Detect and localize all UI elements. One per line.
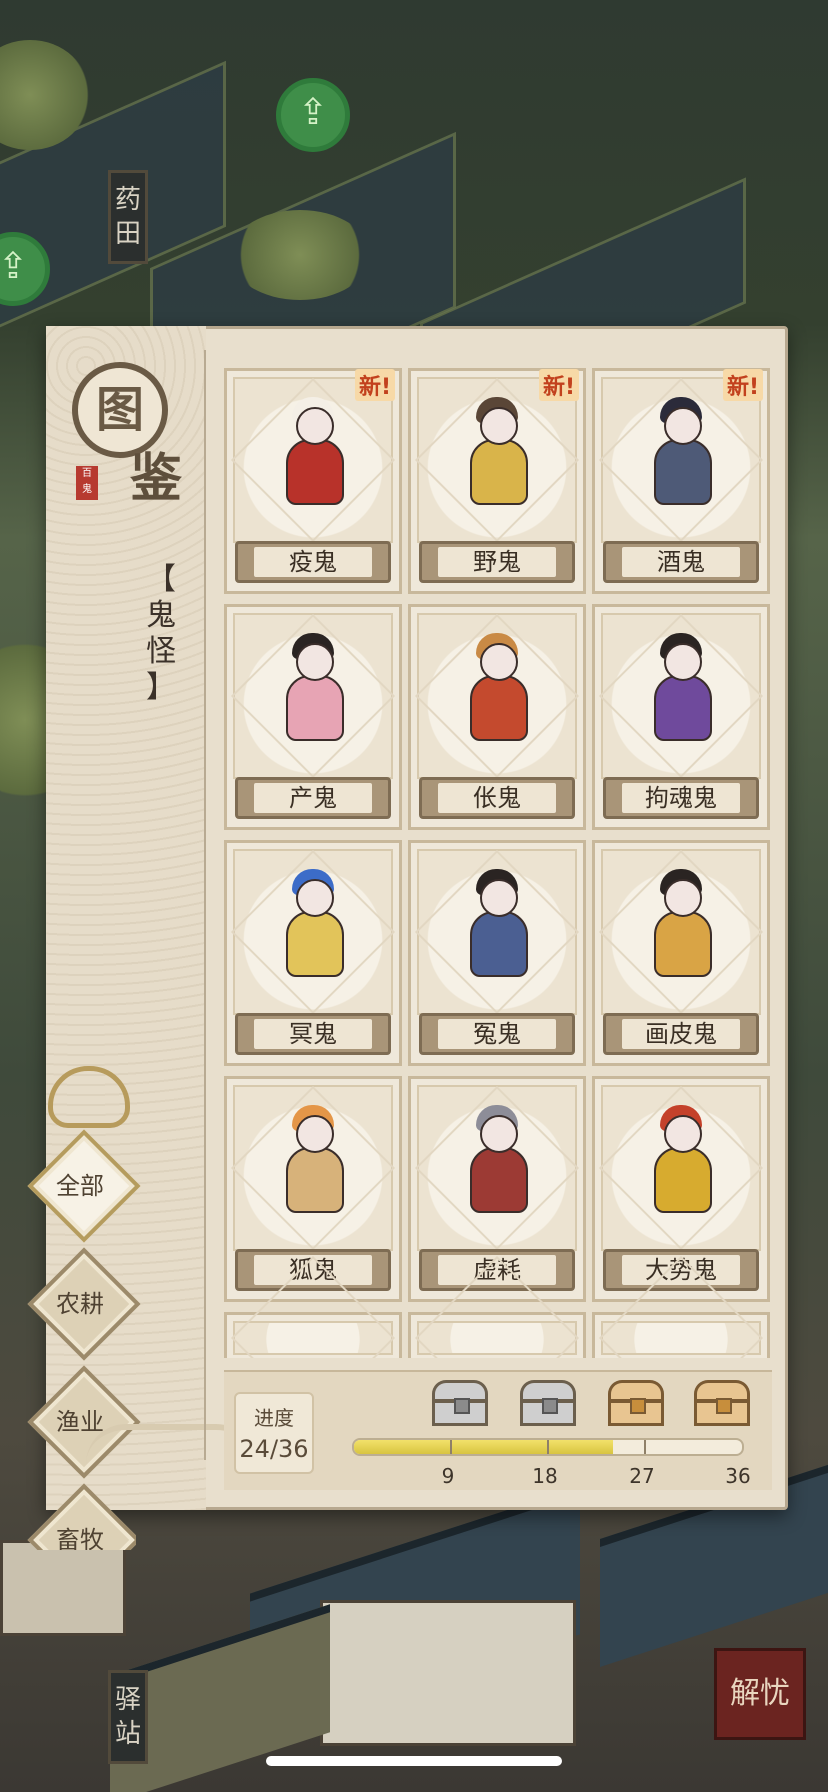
progress-bar-fill bbox=[354, 1440, 613, 1454]
progress-value: 24/36 bbox=[239, 1435, 309, 1463]
emblem-top-char: 图 bbox=[95, 382, 144, 438]
ghost-name-plate: 画皮鬼 bbox=[603, 1013, 759, 1055]
ghost-card[interactable]: 拘魂鬼 bbox=[592, 604, 770, 830]
reward-chest-icon[interactable] bbox=[608, 1380, 664, 1426]
sidebar-divider bbox=[204, 350, 206, 1460]
ghost-card-partial[interactable] bbox=[408, 1312, 586, 1358]
panel-sidebar: 图 鉴 百鬼 【鬼怪】 全部 农耕 渔业 畜牧 bbox=[27, 326, 256, 1550]
ghost-name: 拘魂鬼 bbox=[622, 783, 740, 813]
ghost-name: 疫鬼 bbox=[254, 547, 372, 577]
emblem-bottom-char: 鉴 bbox=[130, 448, 183, 509]
ghost-name-plate: 冥鬼 bbox=[235, 1013, 391, 1055]
ghost-name: 酒鬼 bbox=[622, 547, 740, 577]
signpost-post-station[interactable]: 驿站 bbox=[108, 1670, 148, 1764]
filter-label: 全部 bbox=[56, 1172, 104, 1200]
filter-label: 畜牧 bbox=[56, 1526, 104, 1550]
ghost-name: 冤鬼 bbox=[438, 1019, 556, 1049]
ghost-card-partial[interactable] bbox=[224, 1312, 402, 1358]
ghost-name: 伥鬼 bbox=[438, 783, 556, 813]
ghost-card[interactable]: 冥鬼 bbox=[224, 840, 402, 1066]
ghost-name-plate: 酒鬼 bbox=[603, 541, 759, 583]
collection-progress: 进度 24/36 9 18 27 36 bbox=[224, 1370, 772, 1490]
new-badge: 新! bbox=[354, 369, 395, 401]
ghost-card[interactable]: 野鬼 新! bbox=[408, 368, 586, 594]
ghost-portrait-icon bbox=[452, 865, 542, 989]
ghost-portrait-icon bbox=[268, 393, 358, 517]
filter-tab-all[interactable]: 全部 bbox=[24, 1126, 141, 1243]
progress-bar bbox=[352, 1438, 744, 1456]
ghost-name: 冥鬼 bbox=[254, 1019, 372, 1049]
ghost-portrait-icon bbox=[452, 1101, 542, 1225]
jieyou-label: 解忧 bbox=[730, 1676, 790, 1711]
signpost-label: 药田 bbox=[114, 185, 141, 249]
category-title: 【鬼怪】 bbox=[141, 562, 181, 706]
progress-label-box: 进度 24/36 bbox=[234, 1392, 314, 1474]
reward-chest-claimed-icon[interactable] bbox=[520, 1380, 576, 1426]
knot-ornament-icon bbox=[48, 1066, 130, 1128]
ghost-portrait-icon bbox=[636, 1101, 726, 1225]
progress-tick bbox=[644, 1440, 646, 1454]
progress-tick bbox=[450, 1440, 452, 1454]
new-badge: 新! bbox=[722, 369, 763, 401]
ghost-card[interactable]: 冤鬼 bbox=[408, 840, 586, 1066]
filter-tab-farming[interactable]: 农耕 bbox=[24, 1244, 141, 1361]
reward-chest-icon[interactable] bbox=[694, 1380, 750, 1426]
signpost-herb-field[interactable]: 药田 bbox=[108, 170, 148, 264]
filter-list: 全部 农耕 渔业 畜牧 bbox=[24, 1126, 144, 1556]
ghost-name-plate: 拘魂鬼 bbox=[603, 777, 759, 819]
ghost-portrait-icon bbox=[452, 393, 542, 517]
red-seal-icon: 百鬼 bbox=[76, 466, 98, 500]
ghost-portrait-icon bbox=[636, 629, 726, 753]
ghost-portrait-icon bbox=[636, 393, 726, 517]
building-wall bbox=[320, 1600, 576, 1746]
ghost-card[interactable]: 酒鬼 新! bbox=[592, 368, 770, 594]
ghost-portrait-icon bbox=[268, 1101, 358, 1225]
progress-tick bbox=[547, 1440, 549, 1454]
ghost-card[interactable]: 伥鬼 bbox=[408, 604, 586, 830]
ghost-portrait-icon bbox=[268, 629, 358, 753]
ghost-card[interactable]: 画皮鬼 bbox=[592, 840, 770, 1066]
milestone-label: 18 bbox=[532, 1464, 558, 1488]
ghost-portrait-icon bbox=[636, 865, 726, 989]
new-badge: 新! bbox=[538, 369, 579, 401]
ghost-card[interactable]: 产鬼 bbox=[224, 604, 402, 830]
ghost-name-plate: 疫鬼 bbox=[235, 541, 391, 583]
category-title-text: 【鬼怪】 bbox=[146, 562, 176, 705]
jieyou-button[interactable]: 解忧 bbox=[714, 1648, 806, 1740]
filter-tab-livestock[interactable]: 畜牧 bbox=[24, 1480, 136, 1550]
ghost-name-plate: 冤鬼 bbox=[419, 1013, 575, 1055]
signpost-label: 驿站 bbox=[114, 1685, 141, 1749]
ghost-card[interactable]: 疫鬼 新! bbox=[224, 368, 402, 594]
progress-label: 进度 bbox=[254, 1406, 294, 1430]
reward-chest-claimed-icon[interactable] bbox=[432, 1380, 488, 1426]
ghost-name-plate: 野鬼 bbox=[419, 541, 575, 583]
ghost-name-plate: 产鬼 bbox=[235, 777, 391, 819]
collection-panel: 图 鉴 百鬼 【鬼怪】 全部 农耕 渔业 畜牧 疫鬼 新! 野鬼 新! 酒鬼 新… bbox=[27, 326, 788, 1550]
milestone-label: 9 bbox=[441, 1464, 455, 1488]
seal-text: 百鬼 bbox=[82, 468, 92, 495]
ghost-card-partial[interactable] bbox=[592, 1312, 770, 1358]
ghost-portrait-icon bbox=[268, 865, 358, 989]
ghost-portrait-icon bbox=[452, 629, 542, 753]
filter-label: 农耕 bbox=[56, 1290, 104, 1318]
tree bbox=[230, 210, 370, 300]
harvest-pin-icon[interactable]: ⇪ bbox=[276, 78, 350, 152]
ghost-grid: 疫鬼新! 野鬼新! 酒鬼新! 产鬼 伥鬼 拘魂鬼 冥鬼 冤鬼 画皮鬼 狐鬼 虚耗… bbox=[224, 368, 772, 1358]
ghost-name-plate: 伥鬼 bbox=[419, 777, 575, 819]
ghost-name: 野鬼 bbox=[438, 547, 556, 577]
home-indicator[interactable] bbox=[266, 1756, 562, 1766]
milestone-label: 27 bbox=[629, 1464, 655, 1488]
ghost-grid-scroll[interactable]: 疫鬼新! 野鬼新! 酒鬼新! 产鬼 伥鬼 拘魂鬼 冥鬼 冤鬼 画皮鬼 狐鬼 虚耗… bbox=[224, 368, 772, 1358]
milestone-label: 36 bbox=[725, 1464, 751, 1488]
ghost-name: 产鬼 bbox=[254, 783, 372, 813]
ghost-name: 画皮鬼 bbox=[622, 1019, 740, 1049]
